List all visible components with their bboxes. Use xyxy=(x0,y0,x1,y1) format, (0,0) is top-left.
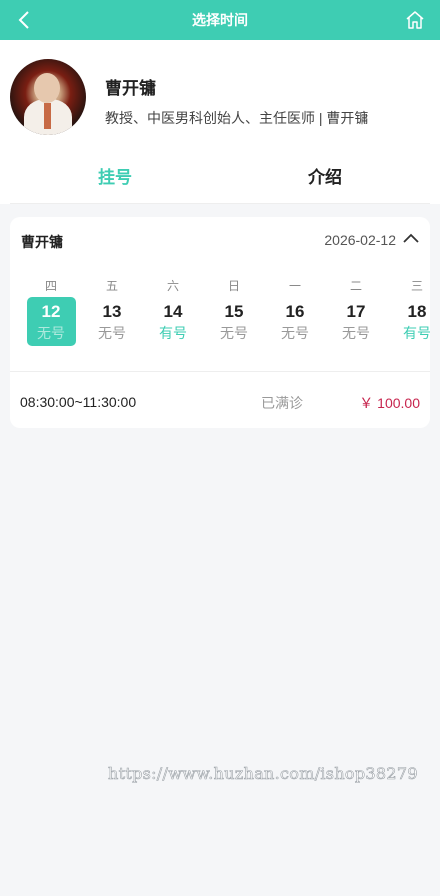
tab-introduction[interactable]: 介绍 xyxy=(220,147,430,203)
availability-status: 无号 xyxy=(342,325,370,341)
time-slot-row[interactable]: 08:30:00~11:30:00 已满诊 ￥ 100.00 xyxy=(10,372,430,428)
availability-status: 有号 xyxy=(403,325,430,341)
slot-price: ￥ 100.00 xyxy=(359,395,420,411)
weekday-label: 一 xyxy=(288,279,301,293)
schedule-doctor-name: 曹开镛 xyxy=(21,234,63,250)
date-item[interactable]: 三 18 有号 xyxy=(392,277,430,357)
tab-registration[interactable]: 挂号 xyxy=(10,147,220,203)
date-item[interactable]: 六 14 有号 xyxy=(148,277,198,357)
slot-status: 已满诊 xyxy=(261,395,303,411)
doctor-avatar xyxy=(10,59,86,135)
doctor-info-card: 曹开镛 教授、中医男科创始人、主任医师 | 曹开镛 xyxy=(0,40,440,147)
schedule-card: 曹开镛 2026-02-12 四 12 无号 五 13 无号 六 14 有号 日… xyxy=(10,217,430,428)
day-number: 15 xyxy=(224,302,244,321)
schedule-header[interactable]: 曹开镛 2026-02-12 xyxy=(10,217,430,261)
weekday-label: 三 xyxy=(410,279,423,293)
availability-status: 无号 xyxy=(98,325,126,341)
schedule-date: 2026-02-12 xyxy=(324,232,396,248)
availability-status: 无号 xyxy=(37,325,65,341)
availability-status: 无号 xyxy=(220,325,248,341)
weekday-label: 二 xyxy=(349,279,362,293)
date-item[interactable]: 五 13 无号 xyxy=(87,277,137,357)
chevron-left-icon[interactable] xyxy=(14,9,36,31)
day-number: 16 xyxy=(285,302,305,321)
tab-bar: 挂号 介绍 xyxy=(10,147,430,204)
day-number: 12 xyxy=(41,302,61,321)
availability-status: 有号 xyxy=(159,325,187,341)
weekday-label: 六 xyxy=(166,279,179,293)
doctor-description: 教授、中医男科创始人、主任医师 | 曹开镛 xyxy=(105,110,369,126)
date-item[interactable]: 四 12 无号 xyxy=(26,277,76,357)
top-bar: 选择时间 xyxy=(0,0,440,40)
weekday-label: 日 xyxy=(227,279,240,293)
page-title: 选择时间 xyxy=(192,12,248,28)
day-number: 13 xyxy=(102,302,122,321)
weekday-label: 五 xyxy=(105,279,118,293)
doctor-name: 曹开镛 xyxy=(105,79,156,98)
slot-time: 08:30:00~11:30:00 xyxy=(20,394,137,410)
day-number: 17 xyxy=(346,302,366,321)
date-item[interactable]: 二 17 无号 xyxy=(331,277,381,357)
home-icon[interactable] xyxy=(404,9,426,31)
date-selector: 四 12 无号 五 13 无号 六 14 有号 日 15 无号 一 16 无号 … xyxy=(10,277,430,357)
watermark: https://www.huzhan.com/ishop38279 xyxy=(108,764,418,784)
chevron-up-icon[interactable] xyxy=(402,231,420,245)
date-item[interactable]: 日 15 无号 xyxy=(209,277,259,357)
availability-status: 无号 xyxy=(281,325,309,341)
date-item[interactable]: 一 16 无号 xyxy=(270,277,320,357)
day-number: 18 xyxy=(407,302,427,321)
weekday-label: 四 xyxy=(44,279,57,293)
day-number: 14 xyxy=(163,302,183,321)
